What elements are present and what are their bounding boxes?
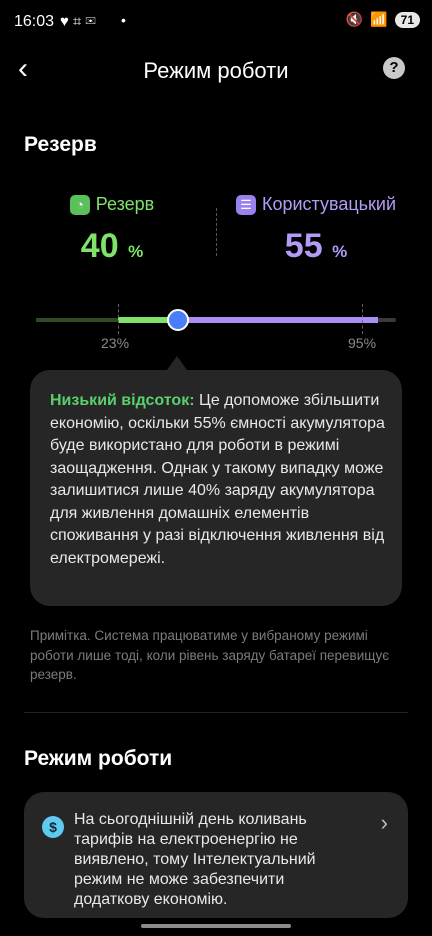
section-divider xyxy=(24,712,408,713)
reserve-section-title: Резерв xyxy=(24,133,97,156)
page-title: Режим роботи xyxy=(143,58,289,83)
mute-icon: 🔇 xyxy=(345,11,364,27)
custom-value: 55 % xyxy=(284,227,348,265)
slider-track-custom xyxy=(178,317,378,323)
dollar-icon: $ xyxy=(42,816,64,838)
gesture-bar[interactable] xyxy=(141,924,291,928)
reserve-label: Резерв xyxy=(95,194,155,214)
help-button[interactable]: ? xyxy=(383,57,405,79)
slider-track-below-min xyxy=(36,318,118,322)
tooltip-arrow xyxy=(167,356,187,370)
note-text: Примітка. Система працюватиме у вибраном… xyxy=(30,628,390,682)
custom-column: ☰ Користувацький 55 % xyxy=(216,194,416,266)
mode-section-title: Режим роботи xyxy=(24,747,173,770)
custom-label: Користувацький xyxy=(261,194,397,214)
slider-min-tick xyxy=(118,304,119,334)
notification-icons: ♥⌗✉ xyxy=(60,13,100,30)
more-notifications-dot: • xyxy=(121,12,126,28)
reserve-icon: ◔ xyxy=(69,194,90,215)
slider-min-label: 23% xyxy=(101,335,130,351)
wifi-icon: 📶 xyxy=(370,11,388,27)
slider-thumb[interactable] xyxy=(167,309,189,331)
info-tooltip: Низький відсоток: Це допоможе збільшити … xyxy=(30,370,402,606)
system-icons: 🔇 📶 71 xyxy=(346,11,420,28)
status-time: 16:03 xyxy=(14,13,55,30)
tooltip-text: Низький відсоток: Це допоможе збільшити … xyxy=(50,392,385,567)
chevron-right-icon: › xyxy=(380,810,388,835)
smart-mode-text: На сьогоднішній день коливань тарифів на… xyxy=(74,811,316,908)
status-bar: 16:03 ♥⌗✉ • 🔇 📶 71 xyxy=(0,0,432,44)
sliders-icon: ☰ xyxy=(235,194,256,215)
reserve-slider[interactable] xyxy=(36,304,396,334)
reserve-column: ◔ Резерв 40 % xyxy=(12,194,212,266)
app-header: ‹ Режим роботи ? xyxy=(0,46,432,94)
battery-icon: 71 xyxy=(394,11,420,28)
slider-max-tick xyxy=(362,304,363,334)
slider-max-label: 95% xyxy=(348,335,377,351)
smart-mode-card[interactable]: $ На сьогоднішній день коливань тарифів … xyxy=(24,792,408,918)
reserve-value: 40 % xyxy=(80,227,144,265)
